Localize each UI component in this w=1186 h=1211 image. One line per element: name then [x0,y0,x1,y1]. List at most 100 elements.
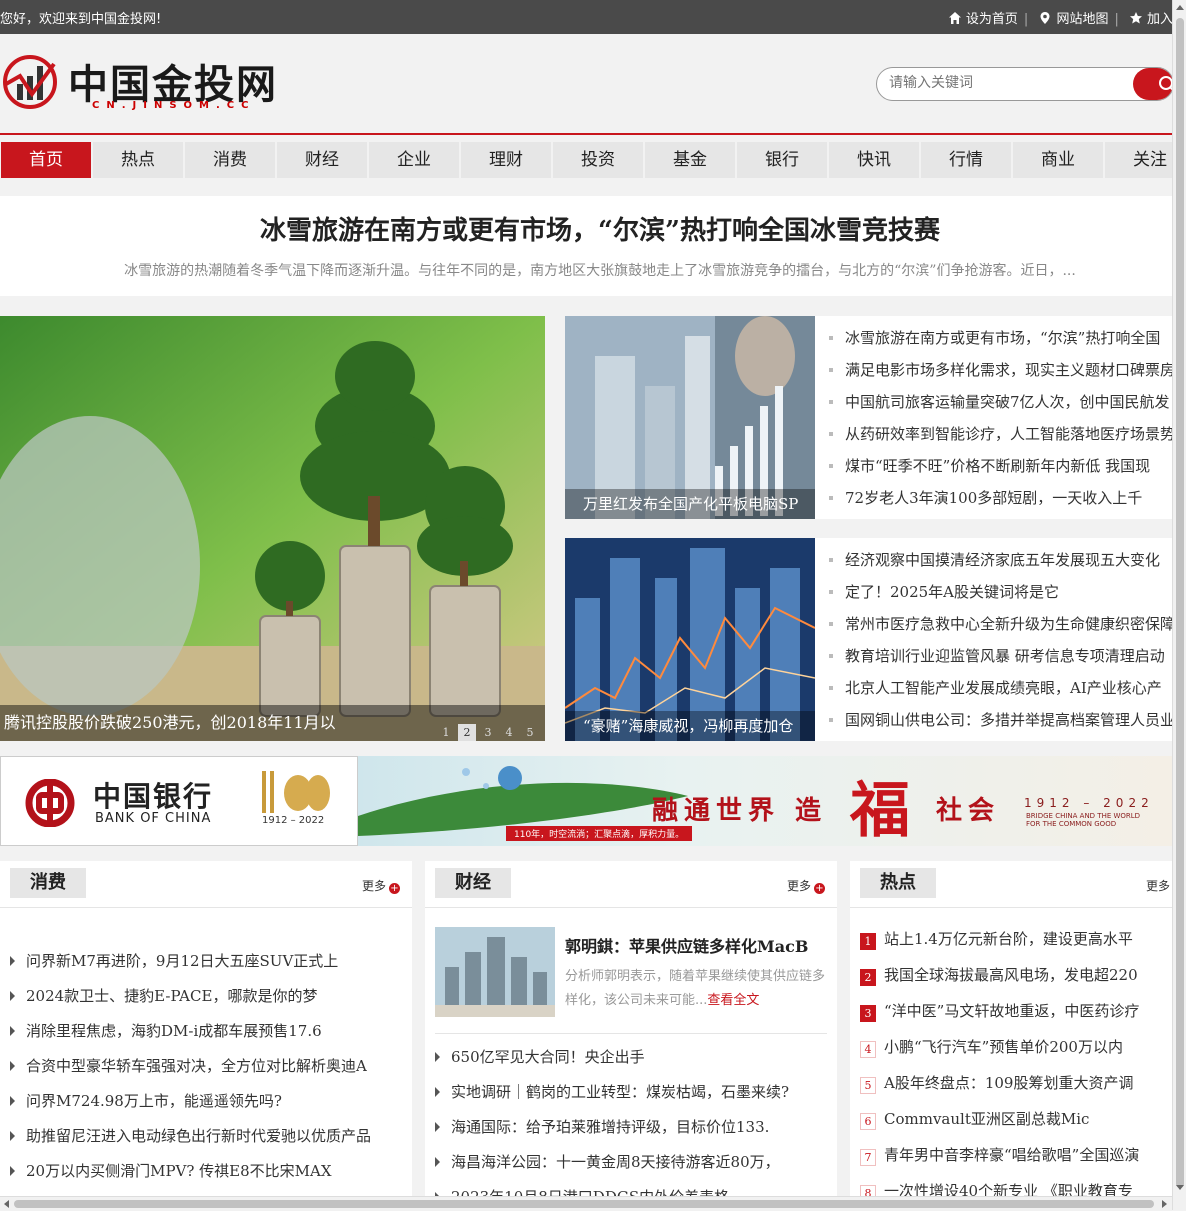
list-item[interactable]: 助推留尼汪进入电动绿色出行新时代爱驰以优质产品 [10,1124,402,1159]
rank-badge: 5 [860,1077,876,1094]
site-header: 中国金投网 CN.JINSOM.CC [0,34,1174,134]
nav-item[interactable]: 行情 [921,142,1011,178]
money-tree-image [0,316,545,741]
hot-list-item[interactable]: 3 “洋中医”马文轩故地重返，中医药诊疗 [860,999,1172,1035]
news-block-2: “豪赌”海康威视，冯柳再度加仓 经济观察中国摸清经济家底五年发展现五大变化 定了！… [565,538,1172,741]
hot-list-item[interactable]: 2 我国全球海拔最高风电场，发电超220 [860,963,1172,999]
list-item[interactable]: 2024款卫士、捷豹E-PACE，哪款是你的梦 [10,984,402,1019]
list-item[interactable]: 海昌海洋公园：十一黄金周8天接待游客近80万， [435,1150,827,1185]
nav-item[interactable]: 热点 [93,142,183,178]
scroll-right-arrow-icon[interactable] [1162,1200,1167,1208]
news-list-item[interactable]: 经济观察中国摸清经济家底五年发展现五大变化 [827,548,1172,580]
set-home-link[interactable]: 设为首页 [966,12,1018,27]
finance-more-label: 更多 [786,879,811,893]
nav-item[interactable]: 首页 [1,142,91,178]
hot-column-title[interactable]: 热点 [860,868,936,898]
slider-caption[interactable]: 腾讯控股股价跌破250港元，创2018年11月以 [4,705,336,741]
list-item[interactable]: 问界M724.98万上市，能遥遥领先吗? [10,1089,402,1124]
news-block-1-image[interactable]: 万里红发布全国产化平板电脑SP [565,316,815,519]
list-item[interactable]: 海通国际：给予珀莱雅增持评级，目标价位133. [435,1115,827,1150]
nav-item[interactable]: 理财 [461,142,551,178]
news-list-item[interactable]: 72岁老人3年演100多部短剧，一天收入上千 [827,486,1172,518]
finance-feature-summary: 分析师郭明表示，随着苹果继续使其供应链多样化，该公司未来可能...查看全文 [565,965,827,1013]
hot-list-item[interactable]: 5 A股年终盘点：109股筹划重大资产调 [860,1071,1172,1107]
finance-list: 650亿罕见大合同！央企出手 实地调研｜鹤岗的工业转型：煤炭枯竭，石墨来续? 海通国… [435,1045,827,1201]
search-input[interactable] [887,74,1131,92]
slider-dot[interactable]: 4 [500,724,518,741]
news-list-item[interactable]: 教育培训行业迎监管风暴 研考信息专项清理启动 [827,644,1172,676]
nav-item[interactable]: 投资 [553,142,643,178]
nav-item[interactable]: 快讯 [829,142,919,178]
news-list-item[interactable]: 定了！2025年A股关键词将是它 [827,580,1172,612]
image-slider[interactable]: 腾讯控股股价跌破250港元，创2018年11月以 12345 [0,316,545,741]
news-list-item[interactable]: 煤市“旺季不旺”价格不断刷新年内新低 我国现 [827,454,1172,486]
list-item[interactable]: 消除里程焦虑，海豹DM-i成都车展预售17.6 [10,1019,402,1054]
consume-more-link[interactable]: 更多 + [362,877,400,894]
scroll-left-arrow-icon[interactable] [4,1200,9,1208]
slider-dot[interactable]: 3 [479,724,497,741]
vertical-scrollbar[interactable] [1172,0,1186,1210]
news-list-item[interactable]: 中国航司旅客运输量突破7亿人次，创中国民航发 [827,390,1172,422]
finance-feature-image[interactable] [435,927,555,1017]
news-list-item[interactable]: 从药研效率到智能诊疗，人工智能落地医疗场景势 [827,422,1172,454]
news-list-item[interactable]: 国网铜山供电公司：多措并举提高档案管理人员业 [827,708,1172,740]
nav-item[interactable]: 基金 [645,142,735,178]
search-button[interactable] [1133,68,1173,100]
nav-item[interactable]: 企业 [369,142,459,178]
logo-chart-icon[interactable] [2,54,58,110]
news-block-2-caption[interactable]: “豪赌”海康威视，冯柳再度加仓 [565,711,815,741]
news-block-1-caption[interactable]: 万里红发布全国产化平板电脑SP [565,489,815,519]
news-block-2-image[interactable]: “豪赌”海康威视，冯柳再度加仓 [565,538,815,741]
news-list-item[interactable]: 冰雪旅游在南方或更有市场，“尔滨”热打响全国 [827,326,1172,358]
scroll-up-arrow-icon[interactable] [1176,5,1184,10]
nav-item[interactable]: 商业 [1013,142,1103,178]
scroll-down-arrow-icon[interactable] [1176,1185,1184,1190]
hot-list-item[interactable]: 1 站上1.4万亿元新台阶，建设更高水平 [860,927,1172,963]
boc-english-name: BANK OF CHINA [95,811,212,826]
hot-list-item[interactable]: 6 Commvault亚洲区副总裁Mic [860,1107,1172,1143]
banner-tagline: 110年，时空流淌；汇聚点滴，厚积力量。 [506,826,693,841]
finance-column-header: 财经 更多 + [425,861,837,908]
nav-item[interactable]: 消费 [185,142,275,178]
bank-of-china-banner[interactable]: 中国银行 BANK OF CHINA 1912 – 2022 融通世界 造 福 … [0,756,1172,846]
coin-stack-city-image [435,927,555,1017]
finance-column-title[interactable]: 财经 [435,868,511,898]
rank-badge: 7 [860,1149,876,1166]
list-item[interactable]: 问界新M7再进阶，9月12日大五座SUV正式上 [10,949,402,984]
finance-more-link[interactable]: 更多 + [787,877,825,894]
banner-english-line: BRIDGE CHINA AND THE WORLD FOR THE COMMO… [1026,812,1141,828]
slider-dot[interactable]: 1 [437,724,455,741]
news-block-1: 万里红发布全国产化平板电脑SP 冰雪旅游在南方或更有市场，“尔滨”热打响全国 满足… [565,316,1172,519]
finance-column: 财经 更多 + 郭明錤：苹果供应链多样化MacB 分析师郭明表示，随着苹果继续使其… [425,861,837,1201]
sitemap-link[interactable]: 网站地图 [1056,12,1108,27]
news-list-item[interactable]: 常州市医疗急救中心全新升级为生命健康织密保障 [827,612,1172,644]
news-list-item[interactable]: 北京人工智能产业发展成绩亮眼，AI产业核心产 [827,676,1172,708]
news-list-item[interactable]: 满足电影市场多样化需求，现实主义题材口碑票房 [827,358,1172,390]
hot-item-title: 站上1.4万亿元新台阶，建设更高水平 [884,930,1133,948]
list-item[interactable]: 20万以内买侧滑门MPV? 传祺E8不比宋MAX [10,1159,402,1194]
finance-feature-title[interactable]: 郭明錤：苹果供应链多样化MacB [565,933,808,957]
horizontal-scroll-thumb[interactable] [14,1200,1154,1208]
consume-column-title[interactable]: 消费 [10,868,86,898]
hot-more-link[interactable]: 更多+ [1146,877,1172,894]
slider-dot[interactable]: 5 [521,724,539,741]
hot-list-item[interactable]: 4 小鹏“飞行汽车”预售单价200万以内 [860,1035,1172,1071]
consume-column: 消费 更多 + 问界新M7再进阶，9月12日大五座SUV正式上 2024款卫士、捷豹… [0,861,412,1201]
plus-icon: + [814,883,825,894]
hot-list: 1 站上1.4万亿元新台阶，建设更高水平 2 我国全球海拔最高风电场，发电超220 3 “… [860,927,1172,1201]
vertical-scroll-thumb[interactable] [1176,18,1184,1188]
list-item[interactable]: 650亿罕见大合同！央企出手 [435,1045,827,1080]
nav-item[interactable]: 银行 [737,142,827,178]
rank-badge: 4 [860,1041,876,1058]
read-more-link[interactable]: 查看全文 [707,993,759,1008]
hot-more-label: 更多 [1145,879,1170,893]
search-box [876,67,1174,101]
headline-title[interactable]: 冰雪旅游在南方或更有市场，“尔滨”热打响全国冰雪竞技赛 [0,210,1186,247]
nav-item[interactable]: 财经 [277,142,367,178]
slider-dot[interactable]: 2 [458,724,476,741]
list-item[interactable]: 实地调研｜鹤岗的工业转型：煤炭枯竭，石墨来续? [435,1080,827,1115]
list-item[interactable]: 合资中型豪华轿车强强对决，全方位对比解析奥迪A [10,1054,402,1089]
hot-item-title: 小鹏“飞行汽车”预售单价200万以内 [884,1038,1123,1056]
hot-list-item[interactable]: 7 青年男中音李梓豪“唱给歌唱”全国巡演 [860,1143,1172,1179]
horizontal-scrollbar[interactable] [0,1196,1172,1211]
